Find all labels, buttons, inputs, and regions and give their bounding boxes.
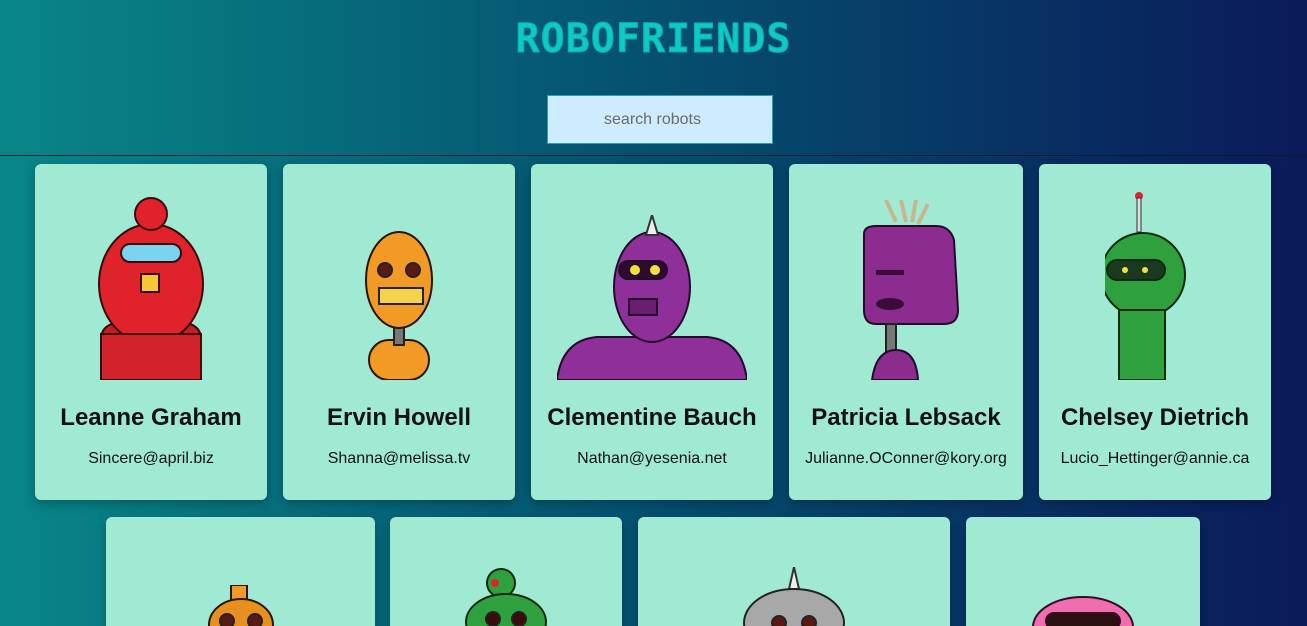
robot-name: Patricia Lebsack — [811, 404, 1001, 431]
robot-email: Nathan@yesenia.net — [577, 450, 727, 467]
robot-email: Julianne.OConner@kory.org — [805, 450, 1007, 467]
robot-avatar — [98, 197, 204, 380]
robot-card[interactable]: Clementine Bauch Nathan@yesenia.net — [531, 164, 773, 500]
robot-email: Shanna@melissa.tv — [327, 450, 471, 467]
robot-card[interactable] — [966, 517, 1200, 626]
robot-avatar — [1032, 596, 1134, 626]
robot-avatar — [365, 231, 433, 380]
robot-card[interactable]: Chelsey Dietrich Lucio_Hettinger@annie.c… — [1039, 164, 1271, 500]
robot-card[interactable]: Ervin Howell Shanna@melissa.tv — [283, 164, 515, 500]
robot-avatar — [863, 200, 960, 380]
robot-email: Sincere@april.biz — [88, 450, 214, 467]
robot-avatar — [465, 568, 547, 626]
search-input[interactable] — [547, 95, 773, 144]
robot-avatar — [557, 215, 747, 380]
robot-avatar — [743, 567, 845, 626]
robot-card[interactable] — [638, 517, 950, 626]
robot-avatar — [1105, 192, 1186, 380]
header: ROBOFRIENDS — [0, 0, 1307, 156]
robot-name: Chelsey Dietrich — [1060, 404, 1250, 431]
robot-name: Clementine Bauch — [547, 404, 757, 431]
robot-card[interactable]: Patricia Lebsack Julianne.OConner@kory.o… — [789, 164, 1023, 500]
robot-card[interactable] — [390, 517, 622, 626]
robot-name: Leanne Graham — [60, 404, 242, 431]
robot-name: Ervin Howell — [326, 404, 472, 431]
robot-email: Lucio_Hettinger@annie.ca — [1060, 450, 1250, 467]
app-title: ROBOFRIENDS — [515, 16, 792, 63]
robot-card[interactable] — [106, 517, 375, 626]
robot-card[interactable]: Leanne Graham Sincere@april.biz — [35, 164, 267, 500]
robot-avatar — [207, 585, 274, 626]
